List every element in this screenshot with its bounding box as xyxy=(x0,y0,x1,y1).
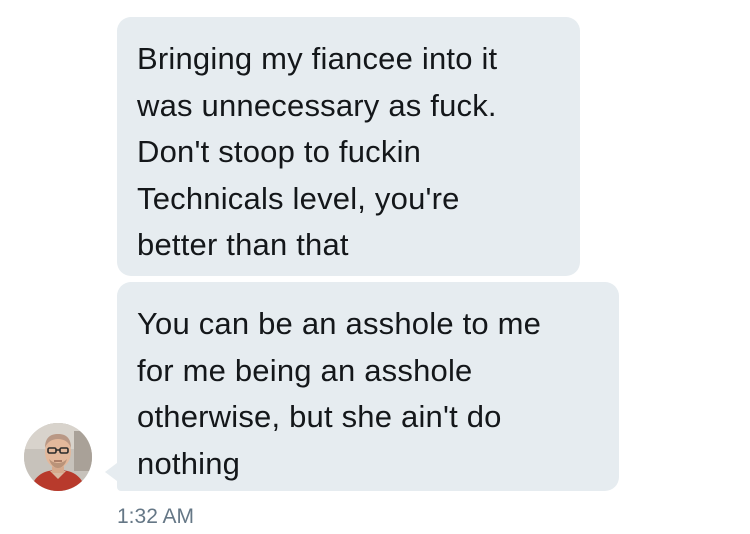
message-thread: Bringing my fiancee into it was unnecess… xyxy=(0,0,750,534)
message-bubble[interactable]: You can be an asshole to me for me being… xyxy=(117,282,619,491)
bubble-tail xyxy=(105,460,121,484)
message-line: otherwise, but she ain't do xyxy=(137,399,502,434)
message-timestamp: 1:32 AM xyxy=(117,505,195,528)
message-line: nothing xyxy=(137,445,241,481)
message-line: Bringing my fiancee into it xyxy=(137,41,498,76)
message-line: Don't stoop to fuckin xyxy=(137,134,422,169)
message-line: You can be an asshole to me xyxy=(137,306,542,341)
message-line: was unnecessary as fuck. xyxy=(137,87,497,123)
message-bubble[interactable]: Bringing my fiancee into it was unnecess… xyxy=(117,17,580,276)
profile-photo-icon xyxy=(24,423,92,491)
message-line: for me being an asshole xyxy=(137,352,473,388)
message-line: better than that xyxy=(137,227,349,262)
avatar[interactable] xyxy=(24,423,92,491)
message-line: Technicals level, you're xyxy=(137,180,460,216)
